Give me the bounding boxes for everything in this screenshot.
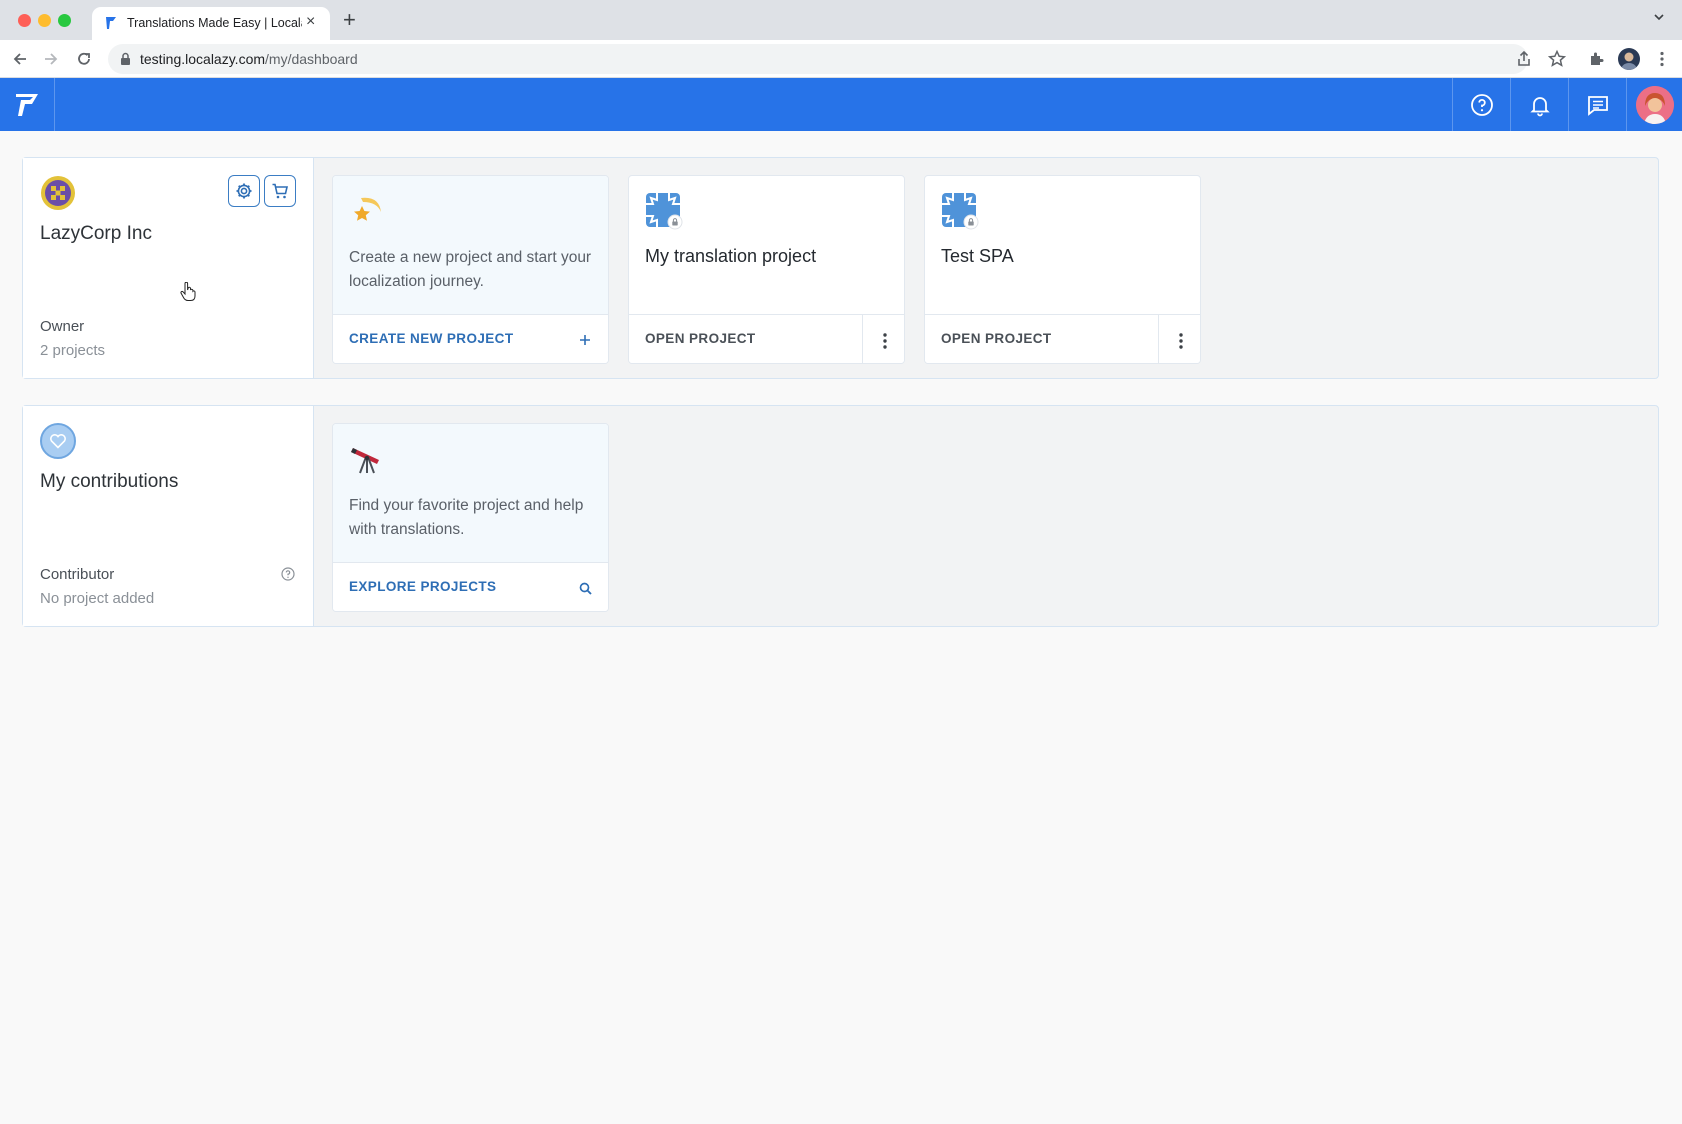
window-minimize-button[interactable] xyxy=(38,14,51,27)
project-more-options-button[interactable] xyxy=(862,315,904,363)
reload-icon[interactable] xyxy=(74,49,94,69)
help-button[interactable] xyxy=(1452,78,1510,131)
app-header xyxy=(0,78,1682,131)
browser-toolbar: testing.localazy.com/my/dashboard xyxy=(0,40,1682,78)
open-project-button[interactable]: OPEN PROJECT xyxy=(645,331,756,346)
explore-projects-footer[interactable]: EXPLORE PROJECTS xyxy=(333,562,608,611)
create-project-card-body: Create a new project and start your loca… xyxy=(333,176,608,314)
chevron-down-icon[interactable] xyxy=(1652,10,1666,24)
create-project-footer[interactable]: CREATE NEW PROJECT xyxy=(333,314,608,363)
localazy-logo[interactable] xyxy=(0,78,55,131)
new-tab-button[interactable]: + xyxy=(343,8,356,32)
tab-close-icon[interactable]: × xyxy=(306,13,315,31)
contributions-title: My contributions xyxy=(40,471,179,492)
organization-billing-button[interactable] xyxy=(264,175,296,207)
explore-projects-card[interactable]: Find your favorite project and help with… xyxy=(332,423,609,612)
project-puzzle-icon xyxy=(942,193,979,230)
chat-icon xyxy=(1587,95,1608,116)
project-name[interactable]: My translation project xyxy=(645,246,895,267)
bookmark-star-icon[interactable] xyxy=(1547,49,1567,69)
browser-menu-icon[interactable] xyxy=(1652,49,1672,69)
browser-tab-active[interactable]: Translations Made Easy | Localazy × xyxy=(92,7,330,40)
project-card[interactable]: Test SPA OPEN PROJECT xyxy=(924,175,1201,364)
organization-logo[interactable] xyxy=(40,175,76,211)
share-icon[interactable] xyxy=(1514,49,1534,69)
organization-settings-button[interactable] xyxy=(228,175,260,207)
more-vertical-icon xyxy=(1178,332,1183,349)
create-project-card[interactable]: Create a new project and start your loca… xyxy=(332,175,609,364)
contributions-section: My contributions Contributor No project … xyxy=(22,405,1659,627)
search-icon[interactable] xyxy=(574,577,596,599)
explore-projects-button[interactable]: EXPLORE PROJECTS xyxy=(349,579,496,594)
project-card[interactable]: My translation project OPEN PROJECT xyxy=(628,175,905,364)
organization-role: Owner xyxy=(40,318,85,335)
shooting-star-icon xyxy=(354,197,381,221)
project-card-body: Test SPA xyxy=(925,176,1200,314)
organization-name[interactable]: LazyCorp Inc xyxy=(40,223,152,245)
more-vertical-icon xyxy=(882,332,887,349)
heart-icon xyxy=(50,434,66,449)
contributions-status: No project added xyxy=(40,590,155,607)
back-arrow-icon[interactable] xyxy=(10,49,30,69)
project-card-footer: OPEN PROJECT xyxy=(925,314,1200,363)
explore-projects-description: Find your favorite project and help with… xyxy=(349,497,584,538)
window-maximize-button[interactable] xyxy=(58,14,71,27)
create-new-project-button[interactable]: CREATE NEW PROJECT xyxy=(349,331,513,346)
contributions-logo xyxy=(40,423,76,459)
lock-icon xyxy=(121,52,130,65)
project-avatar xyxy=(941,192,979,230)
telescope-icon xyxy=(351,448,379,474)
organization-section: LazyCorp Inc Owner 2 projects Create a n… xyxy=(22,157,1659,379)
url-text: testing.localazy.com/my/dashboard xyxy=(140,51,358,67)
gear-icon xyxy=(236,183,252,199)
organization-info-panel: LazyCorp Inc Owner 2 projects xyxy=(23,158,314,378)
address-bar[interactable]: testing.localazy.com/my/dashboard xyxy=(108,44,1528,74)
project-more-options-button[interactable] xyxy=(1158,315,1200,363)
bell-icon xyxy=(1529,96,1550,116)
extensions-puzzle-icon[interactable] xyxy=(1587,49,1607,69)
open-project-button[interactable]: OPEN PROJECT xyxy=(941,331,1052,346)
project-card-body: My translation project xyxy=(629,176,904,314)
project-puzzle-icon xyxy=(646,193,683,230)
browser-tab-bar: Translations Made Easy | Localazy × + xyxy=(0,0,1682,40)
forward-arrow-icon[interactable] xyxy=(41,49,61,69)
create-project-description: Create a new project and start your loca… xyxy=(349,249,592,290)
cart-icon xyxy=(272,183,289,199)
organization-logo-icon xyxy=(41,176,75,210)
project-avatar xyxy=(645,192,683,230)
window-close-button[interactable] xyxy=(18,14,31,27)
plus-icon[interactable] xyxy=(574,329,596,351)
contributions-role: Contributor xyxy=(40,566,115,583)
localazy-logo-icon xyxy=(16,94,38,116)
hand-cursor-icon xyxy=(180,282,196,301)
project-card-footer: OPEN PROJECT xyxy=(629,314,904,363)
help-circle-icon[interactable] xyxy=(281,567,295,581)
messages-button[interactable] xyxy=(1568,78,1626,131)
user-avatar[interactable] xyxy=(1636,86,1674,124)
browser-profile-avatar[interactable] xyxy=(1618,48,1640,70)
notifications-button[interactable] xyxy=(1510,78,1568,131)
user-avatar-icon xyxy=(1636,86,1674,124)
contributions-info-panel: My contributions Contributor No project … xyxy=(23,406,314,626)
person-icon xyxy=(1621,52,1637,70)
organization-project-count: 2 projects xyxy=(40,342,106,359)
tab-title: Translations Made Easy | Localazy xyxy=(127,16,302,30)
help-circle-icon xyxy=(1470,93,1493,116)
localazy-favicon-icon xyxy=(106,17,116,29)
project-name[interactable]: Test SPA xyxy=(941,246,1191,267)
explore-projects-card-body: Find your favorite project and help with… xyxy=(333,424,608,562)
